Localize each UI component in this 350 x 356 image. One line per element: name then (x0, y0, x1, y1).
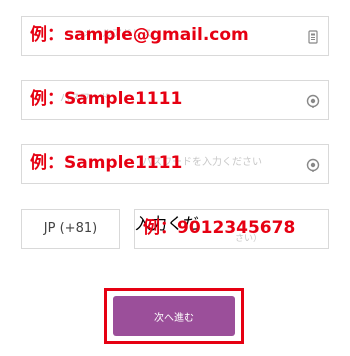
password-input[interactable]: パスワード 例：Sample1111 (21, 80, 329, 120)
submit-highlight-frame: 次へ進む (104, 288, 244, 344)
password-example-label: 例：Sample1111 (30, 89, 183, 109)
country-code-select[interactable]: JP (+81) (21, 209, 120, 249)
email-example-label: 例：sample@gmail.com (30, 25, 249, 45)
id-card-icon (306, 29, 320, 44)
next-button[interactable]: 次へ進む (113, 296, 235, 336)
eye-icon[interactable] (306, 93, 320, 108)
password-confirm-input[interactable]: パスワードを入力ください 例：Sample1111 (21, 144, 329, 184)
password-confirm-example-label: 例：Sample1111 (30, 153, 183, 173)
phone-input[interactable]: 入力くだ さい） 例：9012345678 (134, 209, 329, 249)
signup-form: メールアドレス 例：sample@gmail.com パスワード 例：Sampl… (0, 0, 350, 356)
phone-example-label: 例：9012345678 (143, 218, 296, 238)
email-input[interactable]: メールアドレス 例：sample@gmail.com (21, 16, 329, 56)
eye-icon[interactable] (306, 157, 320, 172)
